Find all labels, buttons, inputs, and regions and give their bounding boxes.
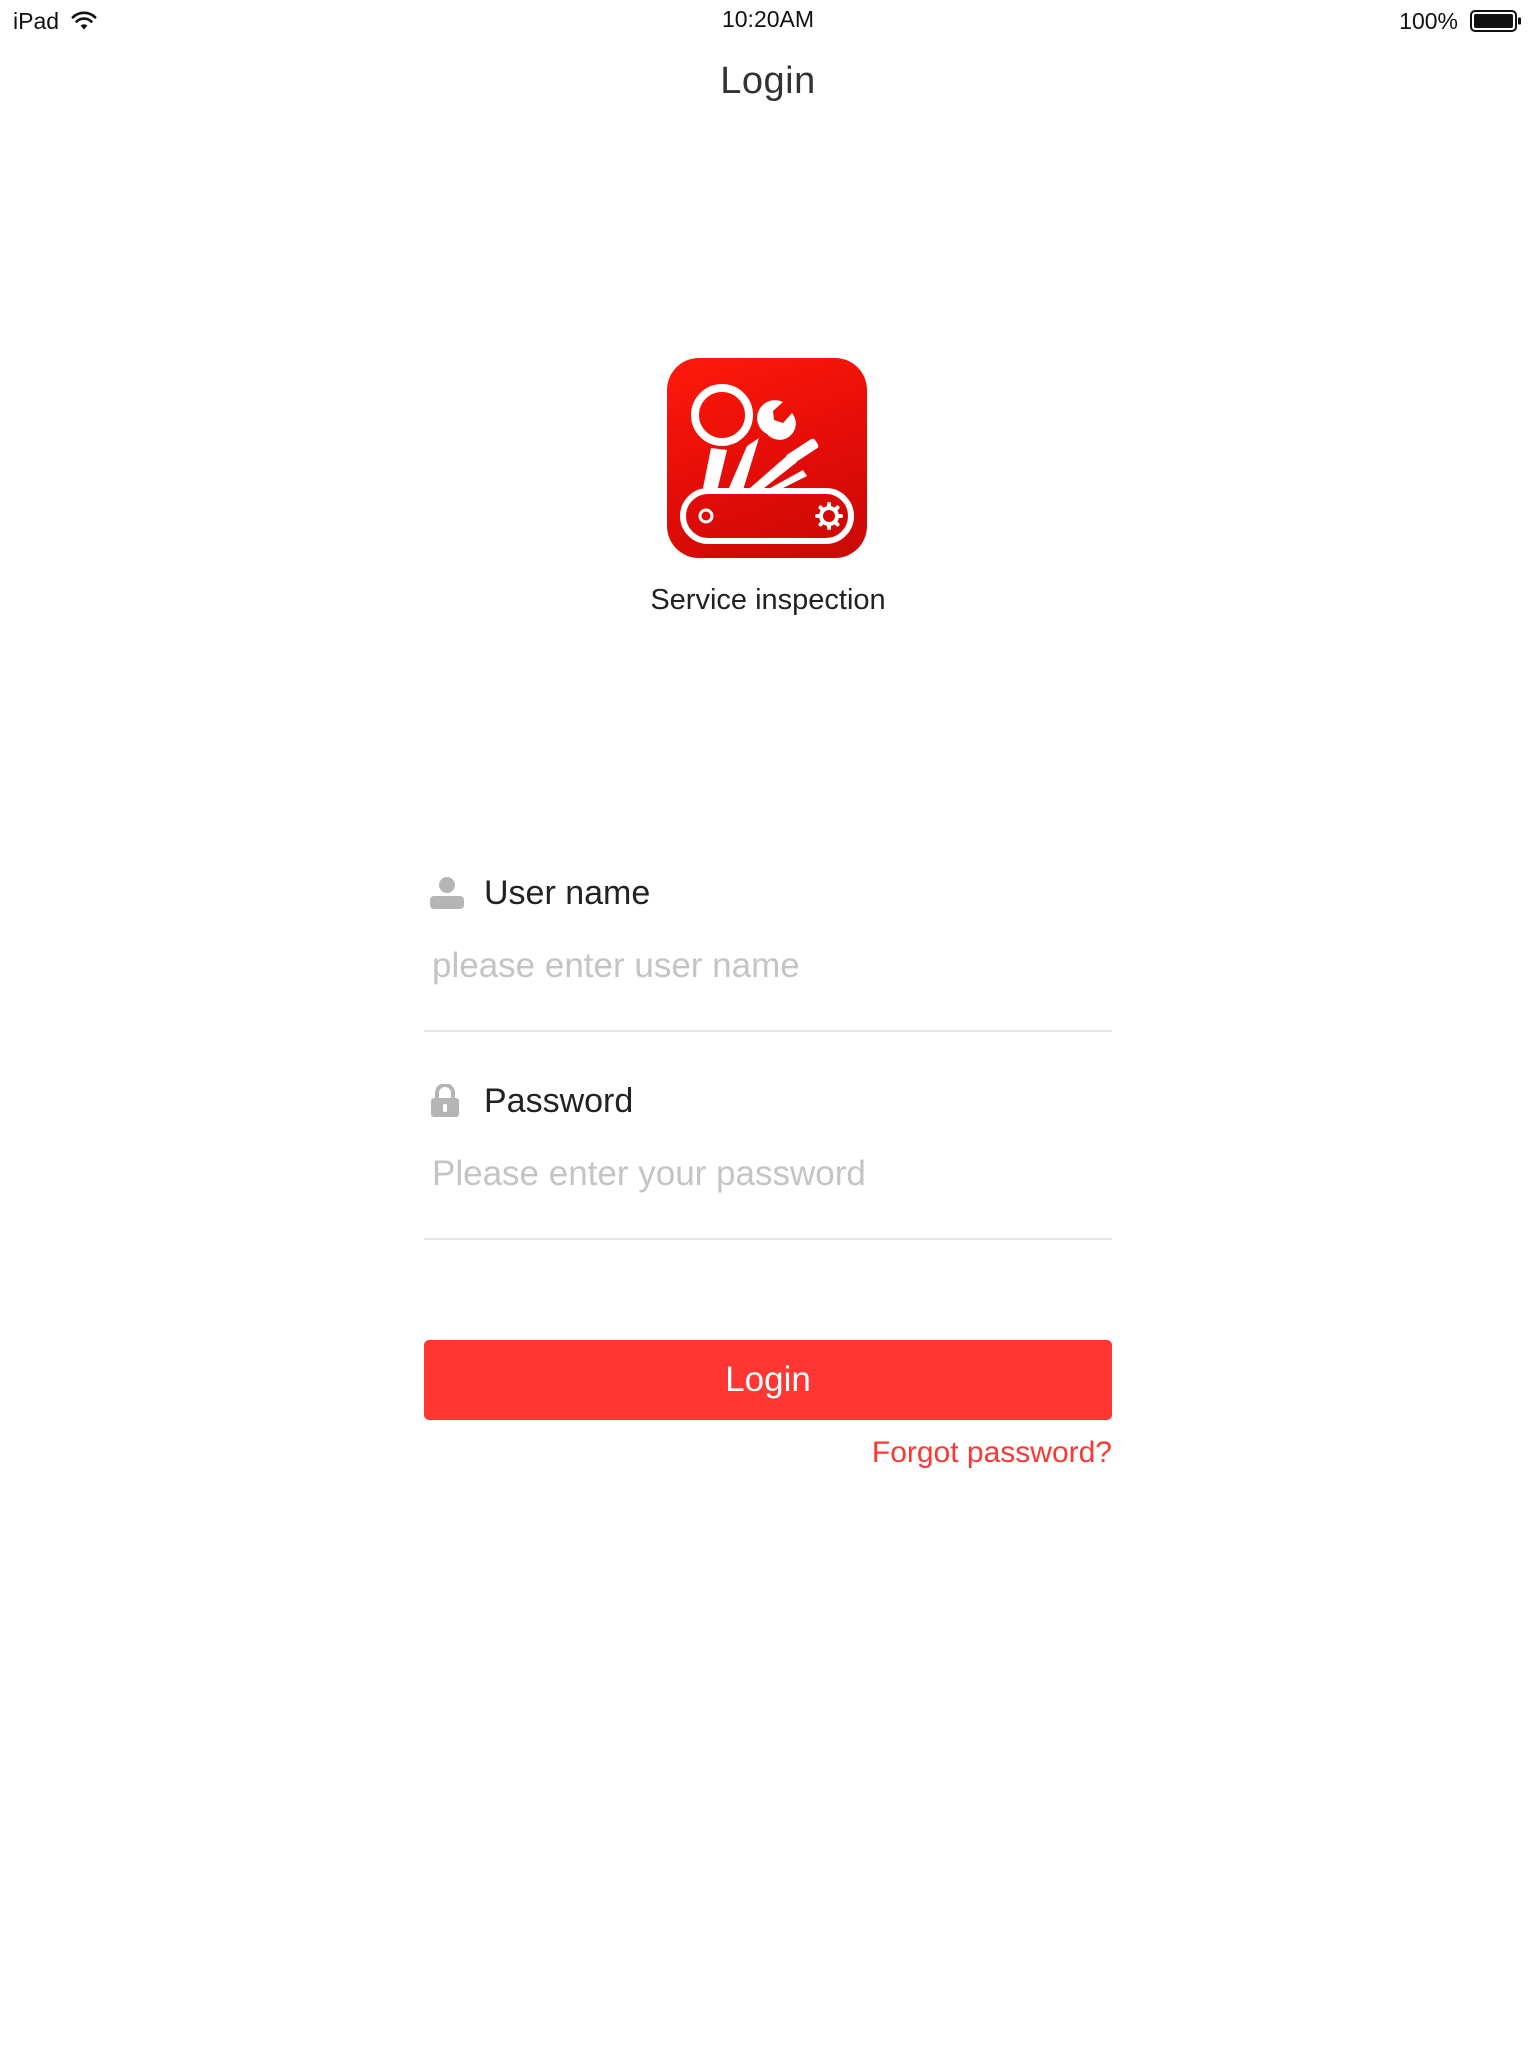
status-time: 10:20AM xyxy=(721,6,815,32)
login-button[interactable]: Login xyxy=(424,1340,1112,1420)
app-logo xyxy=(667,358,867,558)
status-bar: iPad 10:20AM 100% xyxy=(0,0,1536,40)
forgot-password-link[interactable]: Forgot password? xyxy=(872,1436,1112,1470)
password-label-row: Password xyxy=(430,1076,633,1126)
app-name: Service inspection xyxy=(650,584,886,616)
username-field-group: User name xyxy=(424,868,1112,1032)
page-title: Login xyxy=(720,60,816,102)
battery-percent: 100% xyxy=(1399,7,1458,34)
lock-icon xyxy=(430,1081,466,1121)
username-label: User name xyxy=(484,873,651,912)
status-bar-right: 100% xyxy=(1399,6,1522,36)
password-label: Password xyxy=(484,1081,634,1120)
password-field-group: Password xyxy=(424,1076,1112,1240)
password-divider xyxy=(424,1238,1112,1240)
username-input[interactable] xyxy=(432,938,1092,994)
password-input[interactable] xyxy=(432,1146,1092,1202)
battery-icon xyxy=(1470,10,1522,32)
user-icon xyxy=(430,873,466,913)
swiss-army-knife-icon xyxy=(680,384,854,544)
username-divider xyxy=(424,1030,1112,1032)
username-label-row: User name xyxy=(430,868,650,918)
